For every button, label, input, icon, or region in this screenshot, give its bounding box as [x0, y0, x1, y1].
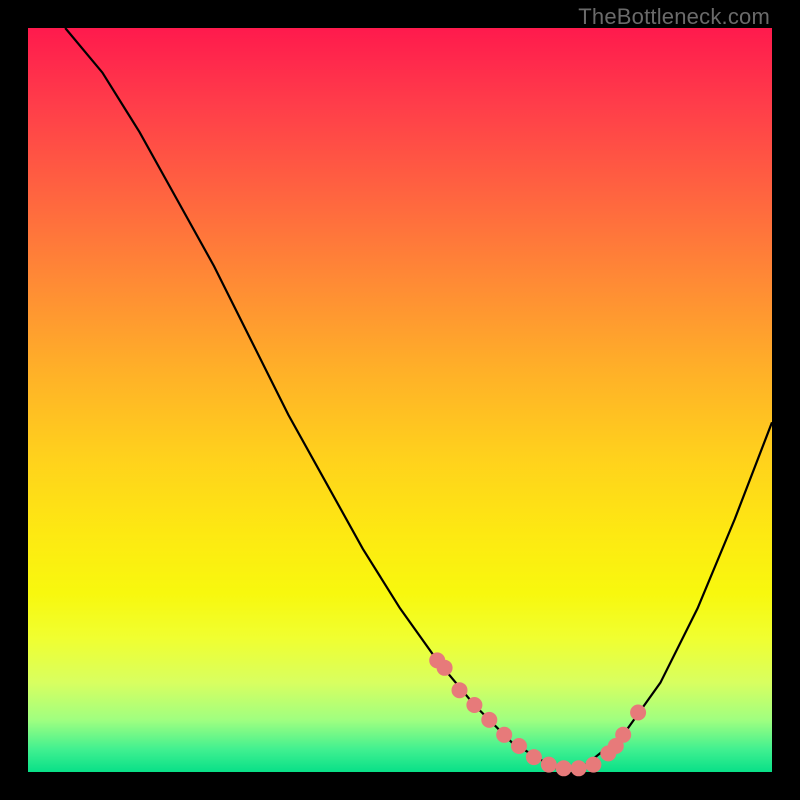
chart-container: TheBottleneck.com — [0, 0, 800, 800]
marker-point — [571, 760, 587, 776]
watermark-text: TheBottleneck.com — [578, 4, 770, 30]
marker-point — [437, 660, 453, 676]
marker-point — [615, 727, 631, 743]
marker-point — [585, 757, 601, 773]
marker-point — [452, 682, 468, 698]
marker-point — [630, 705, 646, 721]
marker-point — [511, 738, 527, 754]
marker-point — [466, 697, 482, 713]
marker-point — [541, 757, 557, 773]
marker-point — [556, 760, 572, 776]
chart-svg — [28, 28, 772, 772]
marker-group — [429, 652, 646, 776]
curve-line — [65, 28, 772, 772]
marker-point — [526, 749, 542, 765]
marker-point — [496, 727, 512, 743]
marker-point — [481, 712, 497, 728]
